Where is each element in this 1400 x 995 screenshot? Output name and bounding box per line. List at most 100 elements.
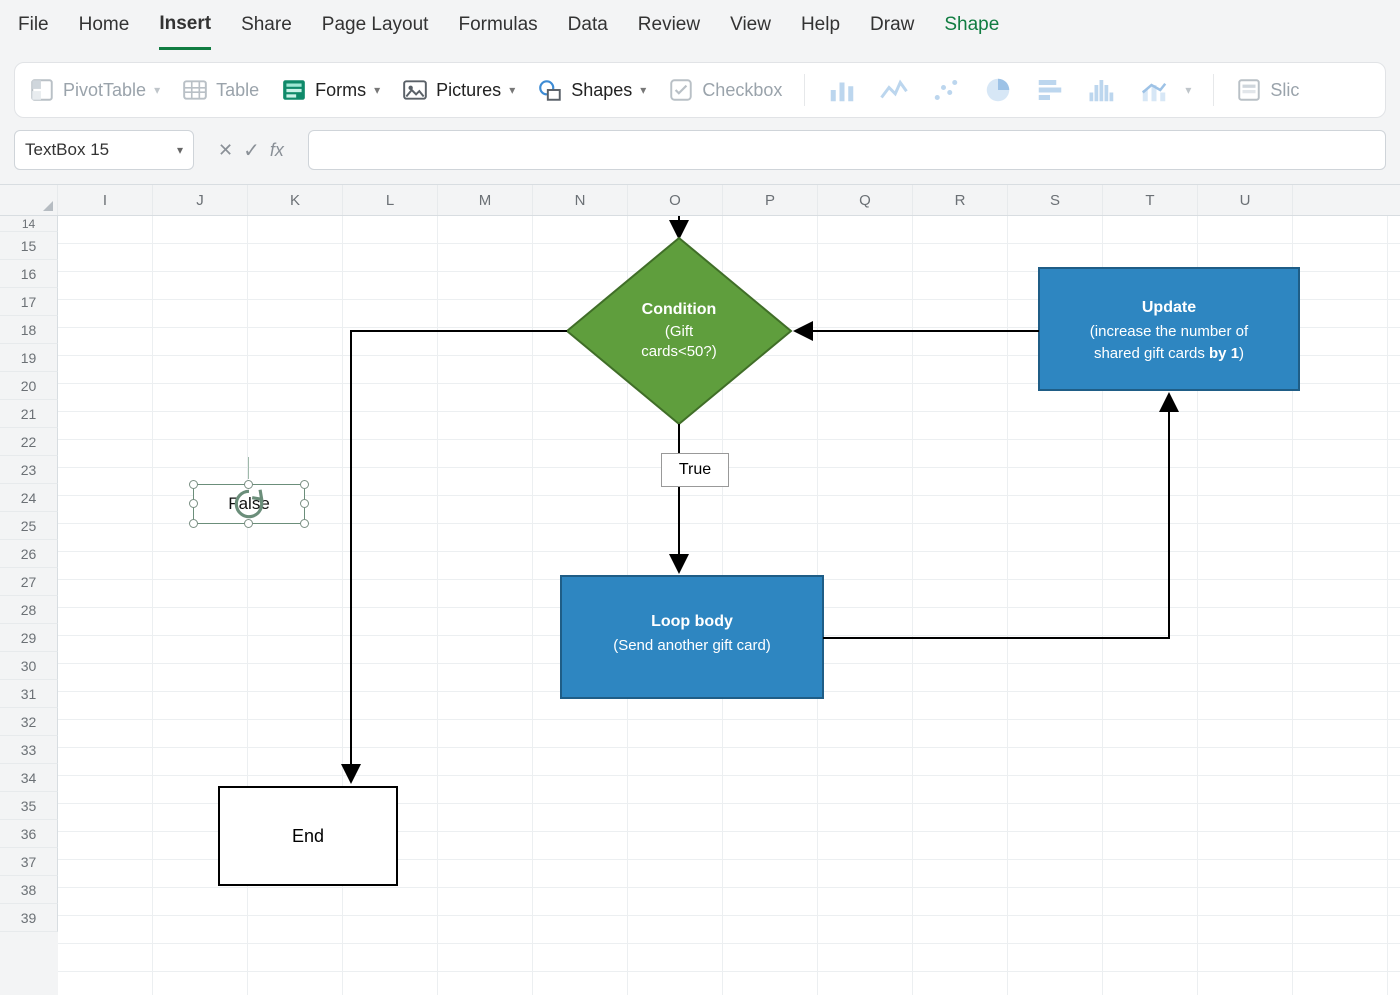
row-header[interactable]: 25: [0, 512, 58, 540]
row-header[interactable]: 34: [0, 764, 58, 792]
separator: [1213, 74, 1214, 106]
row-header[interactable]: 28: [0, 596, 58, 624]
select-all-corner[interactable]: [0, 185, 58, 215]
col-header[interactable]: S: [1008, 185, 1103, 215]
menu-draw[interactable]: Draw: [870, 8, 914, 48]
false-label-textbox-selected[interactable]: False: [193, 484, 305, 524]
resize-handle[interactable]: [189, 519, 198, 528]
row-header[interactable]: 23: [0, 456, 58, 484]
row-header[interactable]: 18: [0, 316, 58, 344]
loopbody-shape[interactable]: Loop body (Send another gift card): [561, 576, 823, 698]
menu-home[interactable]: Home: [79, 8, 130, 48]
formula-controls: ✕ ✓ fx: [208, 130, 294, 170]
flowchart-overlay: Condition (Gift cards<50?) Update (incre…: [58, 216, 1400, 995]
pie-chart-icon[interactable]: [983, 75, 1013, 105]
menu-page-layout[interactable]: Page Layout: [322, 8, 429, 48]
row-header[interactable]: 21: [0, 400, 58, 428]
menu-review[interactable]: Review: [638, 8, 700, 48]
table-button[interactable]: Table: [182, 77, 259, 103]
resize-handle[interactable]: [189, 480, 198, 489]
slicers-button[interactable]: Slic: [1236, 77, 1299, 103]
checkbox-button[interactable]: Checkbox: [668, 77, 782, 103]
chart-buttons-group: [827, 75, 1169, 105]
row-header[interactable]: 14: [0, 216, 58, 232]
formula-bar[interactable]: [308, 130, 1386, 170]
row-header[interactable]: 29: [0, 624, 58, 652]
row-header[interactable]: 15: [0, 232, 58, 260]
row-header[interactable]: 32: [0, 708, 58, 736]
menu-share[interactable]: Share: [241, 8, 292, 48]
scatter-chart-icon[interactable]: [931, 75, 961, 105]
pivot-table-label: PivotTable: [63, 80, 146, 101]
table-label: Table: [216, 80, 259, 101]
row-header[interactable]: 31: [0, 680, 58, 708]
col-header[interactable]: T: [1103, 185, 1198, 215]
row-header[interactable]: 26: [0, 540, 58, 568]
row-header[interactable]: 17: [0, 288, 58, 316]
col-header[interactable]: R: [913, 185, 1008, 215]
condition-shape[interactable]: Condition (Gift cards<50?): [567, 238, 791, 424]
row-header[interactable]: 37: [0, 848, 58, 876]
row-header[interactable]: 30: [0, 652, 58, 680]
menu-formulas[interactable]: Formulas: [458, 8, 537, 48]
bar-chart-icon[interactable]: [1035, 75, 1065, 105]
cancel-formula-icon[interactable]: ✕: [218, 140, 233, 161]
row-header[interactable]: 38: [0, 876, 58, 904]
resize-handle[interactable]: [300, 499, 309, 508]
combo-chart-icon[interactable]: [1139, 75, 1169, 105]
line-chart-icon[interactable]: [879, 75, 909, 105]
pictures-button[interactable]: Pictures ▾: [402, 77, 515, 103]
forms-button[interactable]: Forms ▾: [281, 77, 380, 103]
col-header[interactable]: U: [1198, 185, 1293, 215]
chevron-down-icon[interactable]: ▾: [177, 143, 183, 157]
fx-icon[interactable]: fx: [270, 140, 284, 161]
row-header[interactable]: 22: [0, 428, 58, 456]
row-header[interactable]: 33: [0, 736, 58, 764]
svg-text:(Send another gift card): (Send another gift card): [613, 637, 771, 654]
col-header[interactable]: J: [153, 185, 248, 215]
resize-handle[interactable]: [244, 519, 253, 528]
menu-view[interactable]: View: [730, 8, 771, 48]
row-header[interactable]: 35: [0, 792, 58, 820]
menu-help[interactable]: Help: [801, 8, 840, 48]
menu-file[interactable]: File: [18, 8, 49, 48]
col-header[interactable]: N: [533, 185, 628, 215]
svg-text:Loop body: Loop body: [651, 613, 733, 630]
col-header[interactable]: O: [628, 185, 723, 215]
column-chart-icon[interactable]: [827, 75, 857, 105]
rotate-handle-icon[interactable]: [194, 485, 304, 523]
col-header[interactable]: M: [438, 185, 533, 215]
chevron-down-icon[interactable]: ▾: [1185, 83, 1191, 97]
col-header[interactable]: P: [723, 185, 818, 215]
pictures-label: Pictures: [436, 80, 501, 101]
row-header[interactable]: 36: [0, 820, 58, 848]
row-header[interactable]: 27: [0, 568, 58, 596]
row-header[interactable]: 20: [0, 372, 58, 400]
accept-formula-icon[interactable]: ✓: [243, 138, 260, 163]
resize-handle[interactable]: [244, 480, 253, 489]
col-header[interactable]: K: [248, 185, 343, 215]
name-box[interactable]: TextBox 15 ▾: [14, 130, 194, 170]
true-label-textbox[interactable]: True: [661, 453, 729, 487]
resize-handle[interactable]: [300, 519, 309, 528]
forms-label: Forms: [315, 80, 366, 101]
shapes-button[interactable]: Shapes ▾: [537, 77, 646, 103]
menu-insert[interactable]: Insert: [159, 7, 211, 50]
svg-text:(Gift: (Gift: [665, 323, 694, 340]
col-header[interactable]: L: [343, 185, 438, 215]
row-header[interactable]: 19: [0, 344, 58, 372]
row-header[interactable]: 16: [0, 260, 58, 288]
update-shape[interactable]: Update (increase the number of shared gi…: [1039, 268, 1299, 390]
col-header[interactable]: Q: [818, 185, 913, 215]
end-shape[interactable]: End: [218, 786, 398, 886]
menu-data[interactable]: Data: [568, 8, 608, 48]
row-header[interactable]: 24: [0, 484, 58, 512]
histogram-icon[interactable]: [1087, 75, 1117, 105]
slicer-icon: [1236, 77, 1262, 103]
menu-shape[interactable]: Shape: [944, 8, 999, 48]
resize-handle[interactable]: [300, 480, 309, 489]
resize-handle[interactable]: [189, 499, 198, 508]
row-header[interactable]: 39: [0, 904, 58, 932]
pivot-table-button[interactable]: PivotTable ▾: [29, 77, 160, 103]
col-header[interactable]: I: [58, 185, 153, 215]
